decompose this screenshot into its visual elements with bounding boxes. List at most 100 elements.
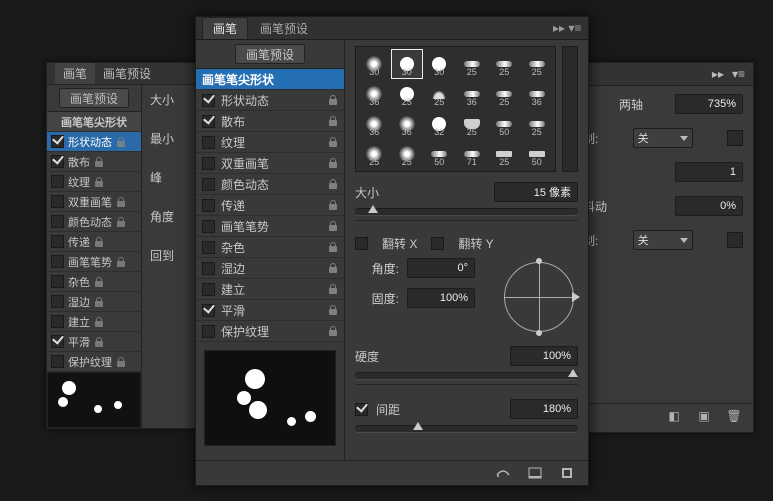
list-item[interactable]: 形状动态: [47, 132, 141, 152]
checkbox-icon[interactable]: [202, 178, 215, 191]
list-item[interactable]: 颜色动态: [47, 212, 141, 232]
list-item[interactable]: 散布: [47, 152, 141, 172]
list-item[interactable]: 保护纹理: [47, 352, 141, 372]
brush-thumb[interactable]: 36: [521, 79, 554, 109]
list-item[interactable]: 杂色: [196, 237, 344, 258]
spacing-slider[interactable]: [355, 425, 578, 433]
checkbox-icon[interactable]: [202, 220, 215, 233]
checkbox-icon[interactable]: [51, 315, 64, 328]
new-preset-icon[interactable]: [526, 465, 544, 481]
checkbox-icon[interactable]: [202, 325, 215, 338]
size-value[interactable]: 15 像素: [494, 182, 578, 202]
checkbox-icon[interactable]: [202, 304, 215, 317]
checkbox-icon[interactable]: [202, 262, 215, 275]
brush-thumb-grid[interactable]: 3030302525253625253625363636322550252525…: [355, 46, 556, 172]
brush-thumb[interactable]: 36: [358, 109, 391, 139]
checkbox-icon[interactable]: [51, 135, 64, 148]
list-item[interactable]: 湿边: [47, 292, 141, 312]
menu-icon[interactable]: ▾≡: [568, 21, 582, 35]
checkbox-icon[interactable]: [202, 157, 215, 170]
two-axis-value[interactable]: 735%: [675, 94, 743, 114]
brush-thumb[interactable]: 25: [488, 49, 521, 79]
checkbox-icon[interactable]: [51, 275, 64, 288]
brush-thumb[interactable]: 25: [391, 139, 424, 169]
trash-icon[interactable]: 🗑: [725, 408, 743, 424]
count-value[interactable]: 1: [675, 162, 743, 182]
preset-button[interactable]: 画笔预设: [235, 44, 305, 64]
checkbox-icon[interactable]: [202, 241, 215, 254]
checkbox-icon[interactable]: [202, 136, 215, 149]
tab-brush-presets[interactable]: 画笔预设: [250, 18, 318, 39]
list-item[interactable]: 纹理: [196, 132, 344, 153]
list-item[interactable]: 画笔笔势: [196, 216, 344, 237]
checkbox-icon[interactable]: [202, 115, 215, 128]
checkbox-icon[interactable]: [51, 335, 64, 348]
brush-thumb[interactable]: 25: [391, 79, 424, 109]
hardness-slider[interactable]: [355, 372, 578, 380]
list-item[interactable]: 平滑: [196, 300, 344, 321]
list-item[interactable]: 建立: [196, 279, 344, 300]
brush-thumb[interactable]: 25: [423, 79, 456, 109]
new-icon[interactable]: ▣: [695, 408, 713, 424]
tab-brush[interactable]: 画笔: [202, 17, 248, 39]
list-header-tip-shape[interactable]: 画笔笔尖形状: [196, 69, 344, 90]
brush-thumb[interactable]: 50: [521, 139, 554, 169]
list-item[interactable]: 双重画笔: [196, 153, 344, 174]
toggle-icon[interactable]: ◧: [665, 408, 683, 424]
hardness-value[interactable]: 100%: [510, 346, 578, 366]
checkbox-icon[interactable]: [51, 255, 64, 268]
control-dropdown[interactable]: 关: [633, 128, 693, 148]
tab-brush[interactable]: 画笔: [55, 63, 95, 84]
checkbox-icon[interactable]: [51, 175, 64, 188]
checkbox-icon[interactable]: [202, 283, 215, 296]
control-dropdown[interactable]: 关: [633, 230, 693, 250]
list-item[interactable]: 颜色动态: [196, 174, 344, 195]
flipy-checkbox[interactable]: [431, 237, 444, 250]
list-item[interactable]: 形状动态: [196, 90, 344, 111]
tab-brush-presets[interactable]: 画笔预设: [103, 65, 151, 82]
checkbox-icon[interactable]: [51, 195, 64, 208]
list-item[interactable]: 保护纹理: [196, 321, 344, 342]
size-slider[interactable]: [355, 208, 578, 216]
collapse-icon[interactable]: ▸▸: [552, 21, 566, 35]
checkbox-icon[interactable]: [51, 235, 64, 248]
checkbox-icon[interactable]: [202, 199, 215, 212]
brush-thumb[interactable]: 32: [423, 109, 456, 139]
list-item[interactable]: 建立: [47, 312, 141, 332]
checkbox-icon[interactable]: [51, 355, 64, 368]
brush-thumb[interactable]: 30: [391, 49, 424, 79]
angle-compass[interactable]: [500, 258, 578, 336]
collapse-icon[interactable]: ▸▸: [712, 67, 724, 81]
brush-thumb[interactable]: 36: [358, 79, 391, 109]
list-item[interactable]: 纹理: [47, 172, 141, 192]
checkbox-icon[interactable]: [51, 155, 64, 168]
count-jitter-value[interactable]: 0%: [675, 196, 743, 216]
brush-thumb[interactable]: 71: [456, 139, 489, 169]
brush-thumb[interactable]: 50: [488, 109, 521, 139]
brush-thumb[interactable]: 36: [391, 109, 424, 139]
list-item[interactable]: 双重画笔: [47, 192, 141, 212]
list-item[interactable]: 平滑: [47, 332, 141, 352]
create-icon[interactable]: [558, 465, 576, 481]
list-item[interactable]: 传递: [196, 195, 344, 216]
preset-button[interactable]: 画笔预设: [59, 88, 129, 108]
checkbox-icon[interactable]: [202, 94, 215, 107]
brush-thumb[interactable]: 36: [456, 79, 489, 109]
checkbox-icon[interactable]: [51, 215, 64, 228]
spacing-checkbox[interactable]: [355, 403, 368, 416]
list-item[interactable]: 杂色: [47, 272, 141, 292]
brush-thumb[interactable]: 50: [423, 139, 456, 169]
brush-thumb[interactable]: 25: [488, 79, 521, 109]
brush-thumb[interactable]: 25: [358, 139, 391, 169]
list-header[interactable]: 画笔笔尖形状: [47, 112, 141, 132]
flipx-checkbox[interactable]: [355, 237, 368, 250]
spacing-value[interactable]: 180%: [510, 399, 578, 419]
list-item[interactable]: 画笔笔势: [47, 252, 141, 272]
list-item[interactable]: 传递: [47, 232, 141, 252]
brush-thumb[interactable]: 25: [488, 139, 521, 169]
brush-thumb[interactable]: 25: [456, 109, 489, 139]
roundness-value[interactable]: 100%: [407, 288, 475, 308]
list-item[interactable]: 散布: [196, 111, 344, 132]
list-item[interactable]: 湿边: [196, 258, 344, 279]
angle-value[interactable]: 0°: [407, 258, 475, 278]
